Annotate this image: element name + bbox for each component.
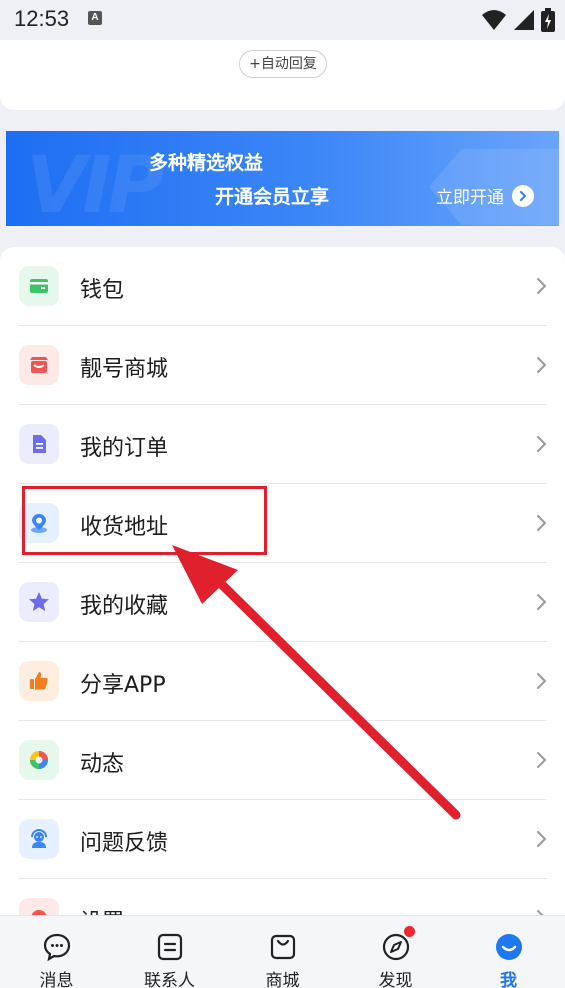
tab-label: 发现 <box>378 971 413 988</box>
menu-item[interactable]: 分享APP <box>0 642 565 721</box>
tab-shopping-bag[interactable]: 商城 <box>226 916 339 988</box>
contacts-icon <box>155 932 185 962</box>
menu-item[interactable]: 我的收藏 <box>0 563 565 642</box>
chevron-right-icon <box>535 751 547 769</box>
vip-open-label: 立即开通 <box>436 188 504 208</box>
menu-item[interactable]: 靓号商城 <box>0 326 565 405</box>
customer-service-icon <box>19 819 59 859</box>
chevron-right-icon <box>535 514 547 532</box>
menu-list: 钱包靓号商城我的订单收货地址我的收藏分享APP动态问题反馈设置 <box>0 247 565 927</box>
wallet-icon <box>19 266 59 306</box>
menu-item-label: 靓号商城 <box>80 357 169 382</box>
aperture-icon <box>19 740 59 780</box>
tab-compass[interactable]: 发现 <box>339 916 452 988</box>
notification-badge-icon: A <box>88 11 102 25</box>
tab-label: 消息 <box>39 971 74 988</box>
thumbs-up-icon <box>19 661 59 701</box>
vip-banner[interactable]: VIP 多种精选权益 开通会员立享 立即开通 <box>6 131 559 226</box>
vip-watermark: VIP <box>26 141 165 226</box>
bottom-tab-bar: 消息 联系人 商城 发现 我 <box>0 915 565 988</box>
tab-chat[interactable]: 消息 <box>0 916 113 988</box>
status-time: 12:53 <box>14 6 70 31</box>
tab-contacts[interactable]: 联系人 <box>113 916 226 988</box>
top-card: +自动回复 <box>0 40 565 110</box>
signal-icon <box>514 10 534 30</box>
compass-icon <box>381 926 415 962</box>
menu-item[interactable]: 动态 <box>0 721 565 800</box>
chat-icon <box>42 932 72 962</box>
wifi-icon <box>482 10 506 30</box>
arrow-right-circle-icon <box>512 184 534 207</box>
order-doc-icon <box>19 424 59 464</box>
chevron-right-icon <box>535 672 547 690</box>
store-icon <box>19 345 59 385</box>
profile-icon <box>494 932 524 962</box>
menu-item-label: 问题反馈 <box>80 831 169 856</box>
chevron-right-icon <box>535 435 547 453</box>
tab-profile[interactable]: 我 <box>452 916 565 988</box>
tab-label: 联系人 <box>144 971 195 988</box>
status-bar: 12:53 A <box>0 0 565 40</box>
chevron-right-icon <box>535 277 547 295</box>
tab-label: 商城 <box>265 971 300 988</box>
menu-item-label: 钱包 <box>80 278 125 303</box>
menu-item-label: 动态 <box>80 752 125 777</box>
menu-item[interactable]: 我的订单 <box>0 405 565 484</box>
shopping-bag-icon <box>268 932 298 962</box>
menu-item-label: 我的订单 <box>80 436 169 461</box>
status-indicators <box>481 8 555 32</box>
chevron-right-icon <box>535 830 547 848</box>
vip-headline: 多种精选权益 <box>149 152 264 174</box>
menu-item[interactable]: 钱包 <box>0 247 565 326</box>
star-icon <box>19 582 59 622</box>
tab-label: 我 <box>500 971 517 988</box>
menu-item-label: 分享APP <box>80 673 166 698</box>
chevron-right-icon <box>535 593 547 611</box>
vip-open-button[interactable]: 立即开通 <box>436 183 534 208</box>
battery-icon <box>541 8 555 32</box>
vip-subheadline: 开通会员立享 <box>215 186 330 208</box>
auto-reply-button[interactable]: +自动回复 <box>239 50 327 78</box>
chevron-right-icon <box>535 356 547 374</box>
notification-dot <box>403 926 415 937</box>
menu-item-label: 我的收藏 <box>80 594 169 619</box>
menu-item[interactable]: 问题反馈 <box>0 800 565 879</box>
annotation-highlight-box <box>22 486 267 555</box>
